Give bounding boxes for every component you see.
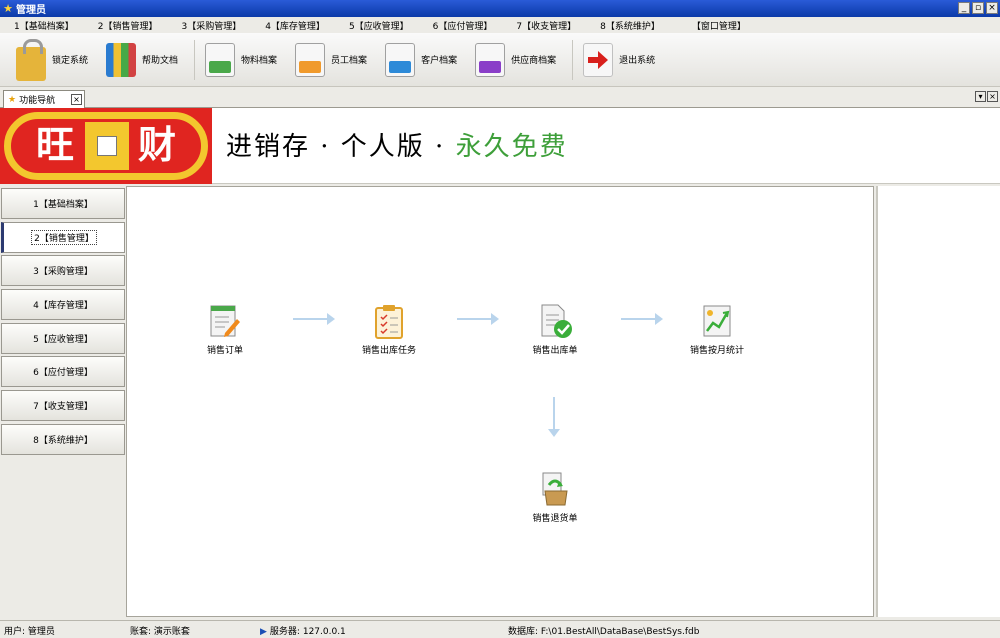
return-box-icon [539, 471, 571, 507]
flow-node-sales-order[interactable]: 销售订单 [175, 303, 275, 356]
flow-arrow-down [548, 397, 560, 437]
flow-node-monthly-sales-stats[interactable]: 销售按月统计 [667, 303, 767, 356]
exit-arrow-icon [583, 42, 614, 77]
lock-system-button[interactable]: 锁定系统 [10, 36, 94, 84]
logo-char-right: 财 [138, 122, 177, 167]
supplier-archive-icon [475, 42, 506, 77]
exit-system-button[interactable]: 退出系统 [577, 36, 661, 84]
flow-arrow [457, 313, 499, 325]
nav-item-system[interactable]: 8【系统维护】 [1, 424, 125, 455]
toolbar-separator [194, 39, 196, 80]
logo-char-left: 旺 [36, 122, 75, 167]
menu-bar: 1【基础档案】 2【销售管理】 3【采购管理】 4【库存管理】 5【应收管理】 … [0, 17, 1000, 33]
help-docs-button[interactable]: 帮助文档 [100, 36, 184, 84]
tab-function-navigation[interactable]: ★ 功能导航 × [3, 90, 85, 108]
flow-node-sales-outbound-slip[interactable]: 销售出库单 [505, 303, 605, 356]
nav-item-sales[interactable]: 2【销售管理】 [1, 222, 125, 253]
chart-stats-icon [701, 303, 733, 339]
banner: 旺 财 进销存 · 个人版 · 永久免费 [0, 108, 1000, 184]
nav-item-income-expense[interactable]: 7【收支管理】 [1, 390, 125, 421]
toolbar: 锁定系统 帮助文档 物料档案 员工档案 客户档案 供应商档案 退出系统 [0, 33, 1000, 87]
tab-row: ★ 功能导航 × ▾ × [0, 88, 1000, 108]
restore-icon[interactable]: ▫ [972, 2, 984, 14]
flow-arrow [293, 313, 335, 325]
app-star-icon: ★ [3, 2, 13, 15]
tab-close-all-icon[interactable]: × [987, 91, 998, 102]
employee-archive-icon [295, 42, 326, 77]
material-archive-button[interactable]: 物料档案 [199, 36, 283, 84]
nav-item-payable[interactable]: 6【应付管理】 [1, 356, 125, 387]
menu-basic-archive[interactable]: 1【基础档案】 [14, 19, 74, 32]
order-pencil-icon [209, 303, 241, 339]
window-titlebar: ★ 管理员 _ ▫ × [0, 0, 1000, 17]
menu-income-expense[interactable]: 7【收支管理】 [516, 19, 576, 32]
nav-item-purchase[interactable]: 3【采购管理】 [1, 255, 125, 286]
tab-restore-icon[interactable]: ▾ [975, 91, 986, 102]
menu-receivable[interactable]: 5【应收管理】 [349, 19, 409, 32]
lock-icon [16, 38, 46, 81]
left-nav: 1【基础档案】 2【销售管理】 3【采购管理】 4【库存管理】 5【应收管理】 … [0, 186, 126, 617]
menu-payable[interactable]: 6【应付管理】 [433, 19, 493, 32]
nav-item-basic-archive[interactable]: 1【基础档案】 [1, 188, 125, 219]
customer-archive-icon [385, 42, 416, 77]
window-controls: _ ▫ × [958, 2, 998, 14]
document-check-icon [539, 303, 572, 339]
menu-inventory[interactable]: 4【库存管理】 [265, 19, 325, 32]
menu-window[interactable]: 【窗口管理】 [692, 19, 746, 32]
slogan-free: 永久免费 [455, 132, 568, 162]
menu-purchase[interactable]: 3【采购管理】 [181, 19, 241, 32]
flow-node-sales-return[interactable]: 销售退货单 [505, 471, 605, 524]
status-user: 用户: 管理员 [4, 627, 55, 637]
books-icon [106, 42, 137, 77]
menu-system[interactable]: 8【系统维护】 [600, 19, 660, 32]
wangcai-logo: 旺 财 [0, 108, 212, 184]
status-server: ▶ 服务器: 127.0.0.1 [260, 627, 346, 637]
employee-archive-button[interactable]: 员工档案 [289, 36, 373, 84]
coin-icon [85, 122, 129, 170]
slogan: 进销存 · 个人版 · 永久免费 [226, 132, 568, 162]
flow-arrow [621, 313, 663, 325]
flow-node-sales-outbound-task[interactable]: 销售出库任务 [339, 303, 439, 356]
clipboard-checklist-icon [373, 303, 405, 339]
window-title: 管理员 [16, 5, 46, 16]
flow-canvas: 销售订单 销售出库任务 销售出库单 销售按月统计 销售退货单 [126, 186, 874, 617]
menu-sales[interactable]: 2【销售管理】 [98, 19, 158, 32]
star-icon: ★ [8, 94, 17, 105]
server-indicator-icon: ▶ [260, 627, 267, 637]
status-database: 数据库: F:\01.BestAll\DataBase\BestSys.fdb [508, 627, 700, 637]
nav-item-receivable[interactable]: 5【应收管理】 [1, 323, 125, 354]
status-account: 账套: 演示账套 [130, 627, 190, 637]
minimize-icon[interactable]: _ [958, 2, 970, 14]
toolbar-separator [572, 39, 574, 80]
supplier-archive-button[interactable]: 供应商档案 [469, 36, 562, 84]
customer-archive-button[interactable]: 客户档案 [379, 36, 463, 84]
tab-close-icon[interactable]: × [71, 94, 82, 105]
status-bar: 用户: 管理员 账套: 演示账套 ▶ 服务器: 127.0.0.1 数据库: F:… [0, 620, 1000, 638]
nav-item-inventory[interactable]: 4【库存管理】 [1, 289, 125, 320]
material-archive-icon [205, 42, 236, 77]
right-pane [876, 186, 1000, 617]
close-icon[interactable]: × [986, 2, 998, 14]
tab-controls: ▾ × [975, 91, 998, 102]
